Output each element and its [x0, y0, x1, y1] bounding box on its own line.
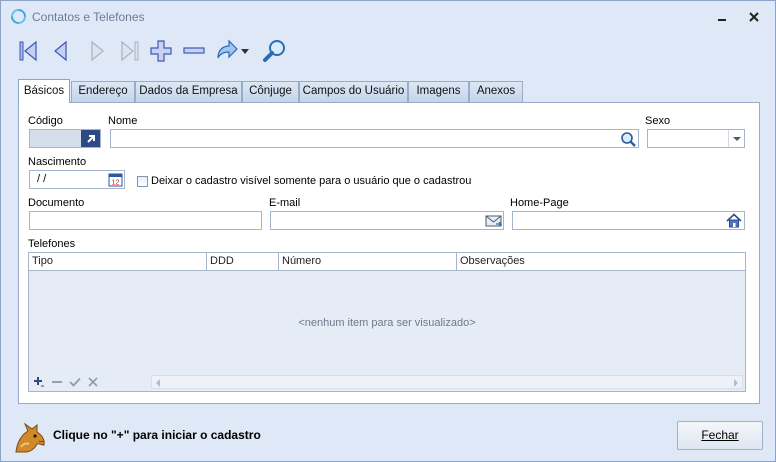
- open-arrow-icon: [86, 134, 95, 143]
- contacts-window: Contatos e Telefones Básicos Endereço Da…: [0, 0, 776, 462]
- app-icon: [10, 8, 27, 25]
- codigo-label: Código: [28, 115, 63, 127]
- add-record-button[interactable]: [147, 37, 175, 65]
- plus-small-icon: [34, 377, 44, 387]
- status-message: Clique no "+" para iniciar o cadastro: [53, 428, 261, 442]
- magnifier-icon: [263, 40, 285, 62]
- assistant-mascot-icon: [13, 421, 47, 455]
- last-record-button[interactable]: [115, 37, 143, 65]
- column-header-numero[interactable]: Número: [279, 253, 457, 270]
- nome-search-button[interactable]: [618, 130, 638, 147]
- caret-down-icon: [241, 49, 249, 54]
- scroll-left-icon: [156, 379, 160, 387]
- phone-cancel-button[interactable]: [86, 375, 100, 389]
- homepage-label: Home-Page: [510, 197, 569, 209]
- codigo-open-button[interactable]: [81, 130, 100, 147]
- first-icon: [19, 40, 37, 62]
- column-header-ddd[interactable]: DDD: [207, 253, 279, 270]
- status-bar: Clique no "+" para iniciar o cadastro Fe…: [1, 409, 775, 462]
- scroll-right-icon: [734, 379, 738, 387]
- tab-imagens[interactable]: Imagens: [408, 81, 469, 102]
- nascimento-field[interactable]: / / 12: [29, 170, 125, 189]
- phones-horizontal-scrollbar[interactable]: [151, 375, 743, 389]
- nome-label: Nome: [108, 115, 138, 127]
- share-dropdown-button[interactable]: [239, 37, 251, 65]
- search-button[interactable]: [261, 37, 289, 65]
- sexo-select[interactable]: [647, 129, 745, 148]
- calendar-icon: 12: [108, 173, 122, 187]
- tab-conjuge[interactable]: Cônjuge: [242, 81, 299, 102]
- phones-grid[interactable]: Tipo DDD Número Observações <nenhum item…: [28, 252, 746, 392]
- nascimento-label: Nascimento: [28, 156, 87, 168]
- phone-remove-button[interactable]: [50, 375, 64, 389]
- visible-only-owner-label: Deixar o cadastro visível somente para o…: [151, 175, 472, 187]
- fechar-label: Fechar: [701, 428, 739, 442]
- remove-record-button[interactable]: [180, 37, 208, 65]
- tab-dados-empresa[interactable]: Dados da Empresa: [135, 81, 242, 102]
- nome-field[interactable]: [110, 129, 639, 148]
- homepage-field[interactable]: [512, 211, 745, 230]
- column-header-tipo[interactable]: Tipo: [29, 253, 207, 270]
- chevron-down-icon: [732, 136, 741, 141]
- phones-grid-footer: [29, 373, 745, 391]
- close-window-button[interactable]: [747, 10, 761, 24]
- send-email-button[interactable]: [483, 212, 503, 229]
- email-icon: [485, 215, 502, 226]
- tab-campos-usuario[interactable]: Campos do Usuário: [299, 81, 408, 102]
- minimize-button[interactable]: [715, 10, 729, 24]
- sexo-dropdown-button[interactable]: [728, 130, 744, 147]
- next-record-button[interactable]: [83, 37, 111, 65]
- minus-icon: [183, 47, 205, 54]
- phones-empty-message: <nenhum item para ser visualizado>: [298, 317, 476, 329]
- telefones-label: Telefones: [28, 238, 76, 250]
- window-title: Contatos e Telefones: [32, 10, 145, 24]
- check-icon: [69, 377, 81, 387]
- visible-only-owner-checkbox[interactable]: [137, 176, 148, 187]
- first-record-button[interactable]: [15, 37, 43, 65]
- next-icon: [91, 40, 104, 62]
- documento-field[interactable]: [29, 211, 262, 230]
- email-field[interactable]: [270, 211, 504, 230]
- phone-confirm-button[interactable]: [68, 375, 82, 389]
- plus-icon: [150, 40, 172, 62]
- previous-record-button[interactable]: [47, 37, 75, 65]
- record-toolbar: [15, 37, 315, 67]
- calendar-button[interactable]: 12: [106, 171, 124, 188]
- x-icon: [88, 377, 98, 387]
- sexo-label: Sexo: [645, 115, 671, 127]
- title-bar: Contatos e Telefones: [1, 1, 775, 33]
- last-icon: [121, 40, 139, 62]
- share-arrow-icon: [217, 39, 238, 59]
- search-icon: [621, 131, 636, 147]
- calendar-day: 12: [111, 180, 119, 187]
- phone-add-button[interactable]: [32, 375, 46, 389]
- codigo-field[interactable]: [29, 129, 101, 148]
- minus-small-icon: [52, 381, 62, 383]
- fechar-button[interactable]: Fechar: [677, 421, 763, 450]
- open-homepage-button[interactable]: [724, 212, 744, 229]
- tab-endereco[interactable]: Endereço: [71, 81, 135, 102]
- email-label: E-mail: [269, 197, 301, 209]
- tab-basicos[interactable]: Básicos: [18, 79, 70, 103]
- column-header-observacoes[interactable]: Observações: [457, 253, 745, 270]
- documento-label: Documento: [28, 197, 85, 209]
- tab-anexos[interactable]: Anexos: [469, 81, 523, 102]
- phones-grid-header: Tipo DDD Número Observações: [29, 253, 745, 271]
- home-icon: [726, 213, 742, 228]
- share-button[interactable]: [213, 37, 241, 65]
- previous-icon: [54, 40, 67, 62]
